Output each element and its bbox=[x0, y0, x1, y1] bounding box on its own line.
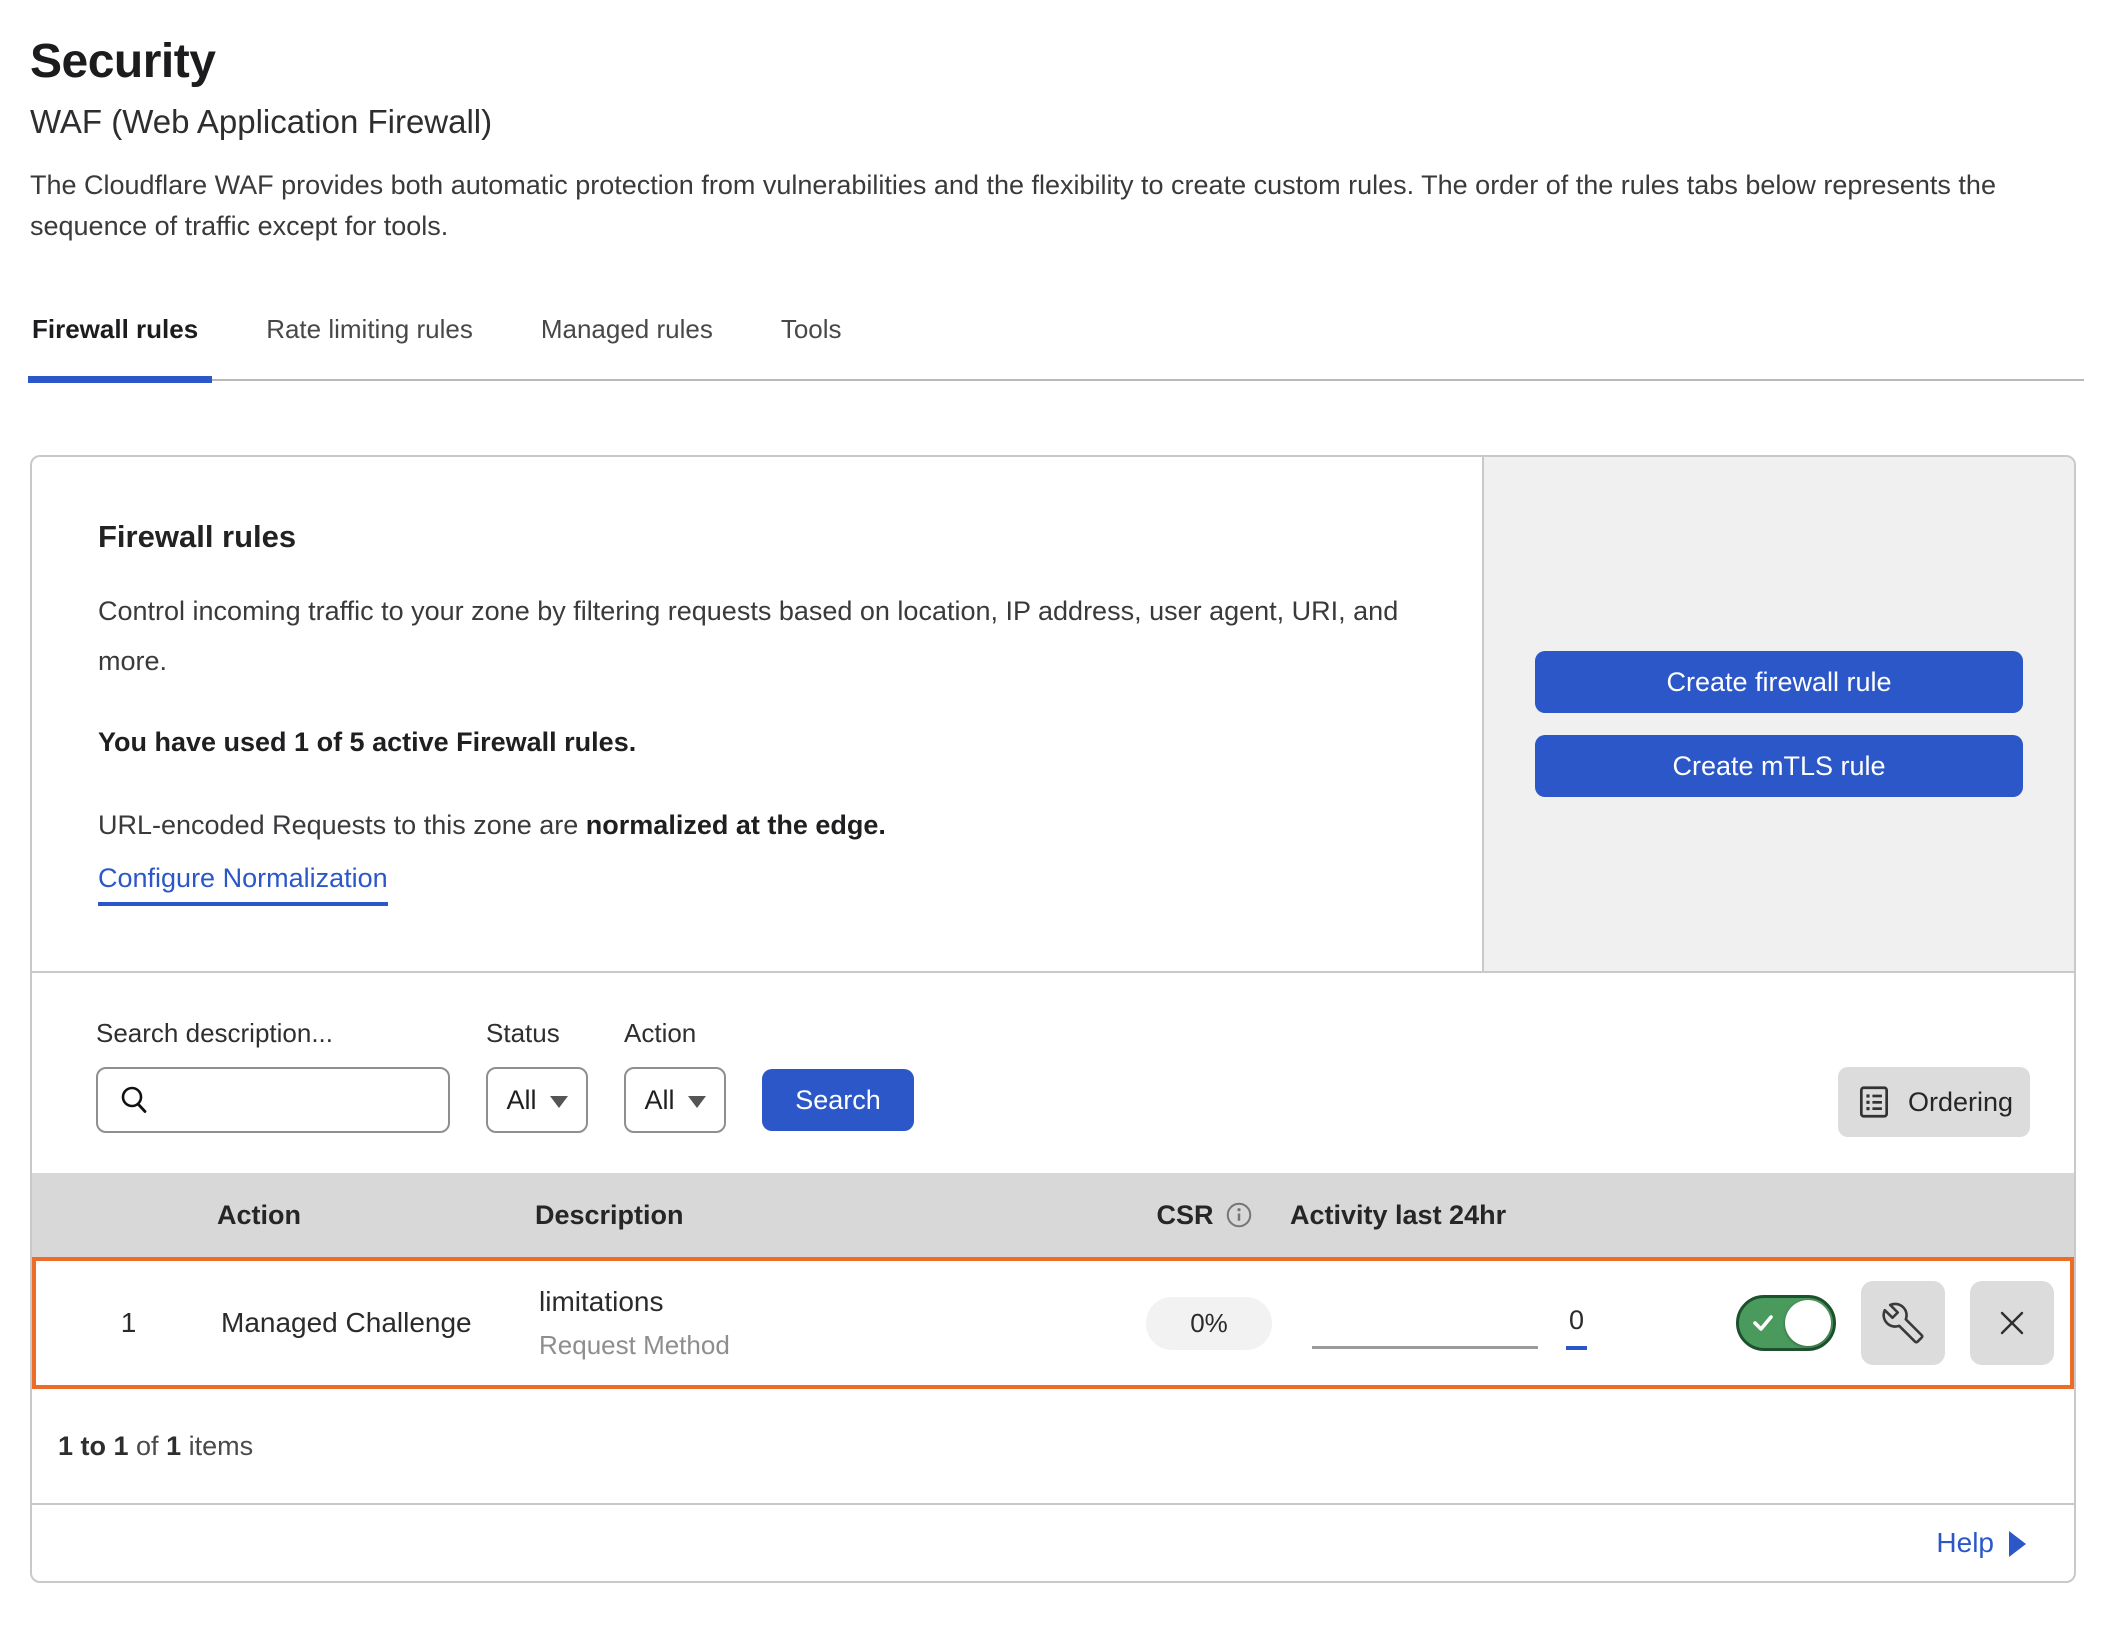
action-label: Action bbox=[624, 1018, 726, 1049]
panel-description: Control incoming traffic to your zone by… bbox=[98, 587, 1418, 687]
summary-items: items bbox=[181, 1431, 253, 1461]
close-icon bbox=[1994, 1305, 2030, 1341]
create-rule-panel: Create firewall rule Create mTLS rule bbox=[1482, 457, 2074, 971]
panel-heading: Firewall rules bbox=[98, 519, 1442, 555]
activity-column-header: Activity last 24hr bbox=[1290, 1200, 2074, 1231]
configure-normalization-link[interactable]: Configure Normalization bbox=[98, 863, 388, 906]
info-icon[interactable] bbox=[1224, 1200, 1254, 1230]
rule-action: Managed Challenge bbox=[221, 1307, 539, 1339]
tab-bar: Firewall rules Rate limiting rules Manag… bbox=[30, 306, 2084, 381]
status-label: Status bbox=[486, 1018, 588, 1049]
rule-description-cell: limitations Request Method bbox=[539, 1286, 1124, 1361]
csr-badge: 0% bbox=[1146, 1297, 1272, 1350]
csr-column-header: CSR bbox=[1120, 1200, 1290, 1231]
tab-managed-rules[interactable]: Managed rules bbox=[539, 306, 715, 379]
create-mtls-rule-button[interactable]: Create mTLS rule bbox=[1535, 735, 2023, 797]
search-box[interactable] bbox=[96, 1067, 450, 1133]
rule-csr-cell: 0% bbox=[1124, 1297, 1294, 1350]
wrench-icon bbox=[1882, 1302, 1924, 1344]
pagination-summary: 1 to 1 of 1 items bbox=[32, 1389, 2074, 1503]
table-row: 1 Managed Challenge limitations Request … bbox=[32, 1257, 2074, 1389]
table-header: Action Description CSR Activity last 24h… bbox=[32, 1173, 2074, 1257]
arrow-right-icon bbox=[2009, 1531, 2026, 1557]
action-dropdown[interactable]: All bbox=[624, 1067, 726, 1133]
rule-activity-cell: 0 bbox=[1294, 1281, 2070, 1365]
chevron-down-icon bbox=[550, 1096, 568, 1108]
delete-rule-button[interactable] bbox=[1970, 1281, 2054, 1365]
ordering-button[interactable]: Ordering bbox=[1838, 1067, 2030, 1137]
help-link-label: Help bbox=[1936, 1527, 1994, 1559]
filter-bar: Search description... Status All bbox=[32, 971, 2074, 1173]
page-subtitle: WAF (Web Application Firewall) bbox=[30, 103, 2084, 141]
search-button[interactable]: Search bbox=[762, 1069, 914, 1131]
create-firewall-rule-button[interactable]: Create firewall rule bbox=[1535, 651, 2023, 713]
rule-priority: 1 bbox=[36, 1307, 221, 1339]
usage-text: You have used 1 of 5 active Firewall rul… bbox=[98, 727, 1442, 758]
csr-header-label: CSR bbox=[1156, 1200, 1213, 1231]
normalization-text-plain: URL-encoded Requests to this zone are bbox=[98, 810, 578, 840]
tab-tools[interactable]: Tools bbox=[779, 306, 844, 379]
status-filter-group: Status All bbox=[486, 1018, 588, 1133]
firewall-rules-info: Firewall rules Control incoming traffic … bbox=[32, 457, 1482, 971]
search-label: Search description... bbox=[96, 1018, 450, 1049]
tab-firewall-rules[interactable]: Firewall rules bbox=[30, 306, 200, 379]
tab-rate-limiting-rules[interactable]: Rate limiting rules bbox=[264, 306, 475, 379]
firewall-rules-overview: Firewall rules Control incoming traffic … bbox=[32, 457, 2074, 971]
summary-range: 1 to 1 bbox=[58, 1431, 129, 1461]
toggle-knob bbox=[1785, 1300, 1831, 1346]
action-column-header: Action bbox=[217, 1200, 535, 1231]
search-input[interactable] bbox=[152, 1069, 448, 1131]
firewall-rules-card: Firewall rules Control incoming traffic … bbox=[30, 455, 2076, 1583]
rule-enabled-toggle[interactable] bbox=[1736, 1295, 1836, 1351]
summary-total: 1 bbox=[166, 1431, 181, 1461]
summary-of: of bbox=[129, 1431, 167, 1461]
status-dropdown-value: All bbox=[506, 1085, 536, 1116]
normalization-text: URL-encoded Requests to this zone are no… bbox=[98, 810, 1442, 841]
action-filter-group: Action All bbox=[624, 1018, 726, 1133]
activity-sparkline bbox=[1312, 1346, 1538, 1349]
edit-rule-button[interactable] bbox=[1861, 1281, 1945, 1365]
normalization-text-bold: normalized at the edge. bbox=[586, 810, 886, 840]
ordering-list-icon bbox=[1855, 1083, 1893, 1121]
search-icon bbox=[116, 1082, 152, 1118]
rule-expression: Request Method bbox=[539, 1330, 1124, 1361]
status-dropdown[interactable]: All bbox=[486, 1067, 588, 1133]
description-column-header: Description bbox=[535, 1200, 1120, 1231]
page-description: The Cloudflare WAF provides both automat… bbox=[30, 165, 2080, 246]
help-bar: Help bbox=[32, 1503, 2074, 1581]
search-filter-group: Search description... bbox=[96, 1018, 450, 1133]
chevron-down-icon bbox=[688, 1096, 706, 1108]
rule-controls bbox=[1736, 1281, 2054, 1365]
action-dropdown-value: All bbox=[644, 1085, 674, 1116]
activity-count-link[interactable]: 0 bbox=[1566, 1307, 1587, 1350]
ordering-button-label: Ordering bbox=[1908, 1087, 2013, 1118]
help-link[interactable]: Help bbox=[1936, 1527, 2026, 1559]
rule-description: limitations bbox=[539, 1286, 1124, 1318]
page-title: Security bbox=[30, 34, 2084, 89]
checkmark-icon bbox=[1739, 1310, 1776, 1336]
security-waf-page: Security WAF (Web Application Firewall) … bbox=[0, 0, 2114, 1638]
